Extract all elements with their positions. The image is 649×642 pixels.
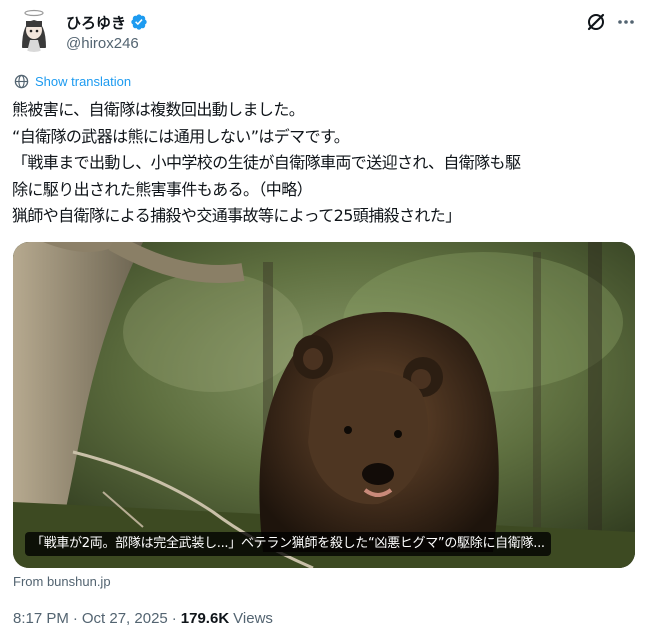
card-image-bear <box>13 242 635 568</box>
card-source[interactable]: From bunshun.jp <box>13 574 111 589</box>
verified-badge-icon <box>130 13 148 31</box>
handle[interactable]: @hirox246 <box>66 35 148 52</box>
show-translation-label[interactable]: Show translation <box>35 74 131 89</box>
tweet-line: “自衛隊の武器は熊には通用しない”はデマです。 <box>12 126 350 146</box>
tweet-line: 除に駆り出された熊害事件もある。（中略） <box>12 179 313 199</box>
tweet-line: 熊被害に、自衛隊は複数回出動しました。 <box>12 100 305 119</box>
meta-separator: · <box>171 610 177 627</box>
tweet-header: ひろゆき @hirox246 <box>14 8 636 60</box>
avatar[interactable] <box>14 8 54 52</box>
tweet-meta: 8:17 PM · Oct 27, 2025 · 179.6K Views <box>13 610 273 627</box>
views-label: Views <box>233 610 273 627</box>
author-block[interactable]: ひろゆき @hirox246 <box>66 12 148 52</box>
more-options-icon[interactable] <box>616 12 636 32</box>
tweet-line: 「戦車まで出動し、小中学校の生徒が自衛隊車両で送迎され、自衛隊も駆 <box>12 153 521 172</box>
tweet-time[interactable]: 8:17 PM <box>13 610 69 627</box>
display-name[interactable]: ひろゆき <box>66 12 126 33</box>
meta-separator: · <box>72 610 78 627</box>
link-card[interactable]: 「戦車が2両。部隊は完全武装し...」ベテラン猟師を殺した“凶悪ヒグマ”の駆除に… <box>13 242 635 568</box>
show-translation-link[interactable]: Show translation <box>14 74 131 89</box>
tweet-line: 猟師や自衛隊による捕殺や交通事故等によって25頭捕殺された」 <box>12 206 461 225</box>
tweet-text: 熊被害に、自衛隊は複数回出動しました。 “自衛隊の武器は熊には通用しない”はデマ… <box>12 97 637 230</box>
tweet-date[interactable]: Oct 27, 2025 <box>82 610 168 627</box>
grok-icon[interactable] <box>586 12 606 32</box>
card-caption: 「戦車が2両。部隊は完全武装し...」ベテラン猟師を殺した“凶悪ヒグマ”の駆除に… <box>25 532 551 556</box>
views-count[interactable]: 179.6K <box>181 610 229 627</box>
globe-icon <box>14 74 29 89</box>
